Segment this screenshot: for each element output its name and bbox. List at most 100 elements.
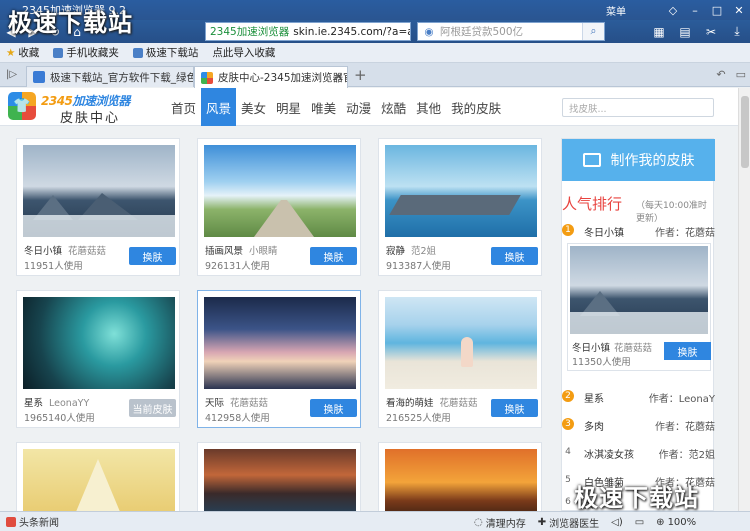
skin-use-count: 216525人使用 — [386, 413, 451, 424]
skin-card[interactable] — [197, 442, 361, 511]
skin-thumbnail — [23, 449, 175, 511]
nav-home[interactable]: 首页 — [166, 88, 201, 126]
tab-jisu[interactable]: 极速下载站_官方软件下载_绿色 — [26, 66, 194, 87]
skin-thumbnail — [204, 145, 356, 237]
nav-beauty[interactable]: 美女 — [236, 88, 271, 126]
image-icon — [582, 153, 601, 167]
status-right: ◌ 清理内存 ✚ 浏览器医生 ◁) ▭ ⊕ 100% — [474, 515, 696, 530]
rank-item[interactable]: 3 多肉 作者：花蘑菇 — [562, 417, 715, 433]
status-bar: 头条新闻 ◌ 清理内存 ✚ 浏览器医生 ◁) ▭ ⊕ 100% — [0, 511, 750, 531]
nav-other[interactable]: 其他 — [411, 88, 446, 126]
news-icon — [6, 516, 16, 527]
apply-skin-button[interactable]: 换肤 — [491, 247, 538, 265]
search-icon[interactable]: ⌕ — [582, 23, 604, 40]
skin-thumbnail — [204, 297, 356, 389]
skin-use-count: 11350人使用 — [572, 357, 631, 368]
skin-name: 星系 LeonaYY — [24, 398, 90, 409]
window-controls: ◇ – □ ✕ — [662, 0, 750, 20]
tabbar-right: ↶ ▭ — [716, 68, 746, 81]
clean-icon: ◌ — [474, 517, 483, 528]
skin-thumbnail — [385, 297, 537, 389]
rank-item[interactable]: 4 冰淇凌女孩 作者：范2姐 — [562, 445, 715, 461]
skin-card[interactable] — [16, 442, 180, 511]
skin-use-count: 926131人使用 — [205, 261, 270, 272]
apply-skin-button[interactable]: 换肤 — [129, 247, 176, 265]
nav-cool[interactable]: 炫酷 — [376, 88, 411, 126]
tab-close-icon[interactable]: ✕ — [335, 72, 343, 83]
toolbar-right: ▦ ▤ ✂ ⤓ — [646, 20, 750, 43]
skin-icon[interactable]: ◇ — [662, 0, 684, 20]
favorites-button[interactable]: ★ 收藏 — [6, 45, 39, 60]
skin-thumbnail — [570, 246, 708, 334]
skin-favicon — [201, 71, 213, 84]
current-skin-button[interactable]: 当前皮肤 — [129, 399, 176, 417]
search-engine-icon[interactable]: ◉ — [418, 26, 440, 38]
clean-memory-button[interactable]: ◌ 清理内存 — [474, 515, 526, 530]
skin-card[interactable]: 寂静 范2姐 913387人使用 换肤 — [378, 138, 542, 276]
nav-star[interactable]: 明星 — [271, 88, 306, 126]
close-button[interactable]: ✕ — [728, 0, 750, 20]
site-header: 👕 2345加速浏览器 皮肤中心 首页 风景 美女 明星 唯美 动漫 炫酷 其他… — [0, 88, 738, 126]
tab-skin-center[interactable]: 皮肤中心-2345加速浏览器官网 ✕ — [194, 66, 348, 88]
skin-thumbnail — [23, 145, 175, 237]
skin-name: 天际 花蘑菇菇 — [205, 398, 269, 409]
skin-thumbnail — [385, 449, 537, 511]
scrollbar-thumb[interactable] — [741, 96, 749, 168]
apply-skin-button[interactable]: 换肤 — [310, 247, 357, 265]
page-content: 👕 2345加速浏览器 皮肤中心 首页 风景 美女 明星 唯美 动漫 炫酷 其他… — [0, 88, 738, 511]
nav-anime[interactable]: 动漫 — [341, 88, 376, 126]
logo-subtitle: 皮肤中心 — [60, 111, 121, 126]
tab-list-icon[interactable]: ▭ — [736, 68, 746, 81]
undo-icon[interactable]: ↶ — [716, 68, 725, 81]
skin-card[interactable] — [378, 442, 542, 511]
shirt-logo-icon: 👕 — [8, 92, 36, 120]
skin-use-count: 1965140人使用 — [24, 413, 95, 424]
sidebar-toggle-icon[interactable]: |▷ — [6, 69, 17, 80]
skin-use-count: 913387人使用 — [386, 261, 451, 272]
menu-button[interactable]: 菜单 — [606, 3, 626, 18]
skin-search-input[interactable]: 找皮肤... — [562, 98, 714, 117]
skin-card[interactable]: 天际 花蘑菇菇 412958人使用 换肤 — [197, 290, 361, 428]
site-icon — [132, 47, 143, 58]
category-nav: 首页 风景 美女 明星 唯美 动漫 炫酷 其他 我的皮肤 — [166, 88, 506, 126]
browser-doctor-button[interactable]: ✚ 浏览器医生 — [538, 515, 599, 530]
rank-item[interactable]: 1 冬日小镇 作者：花蘑菇 — [562, 223, 715, 239]
skin-card[interactable]: 插画风景 小眼睛 926131人使用 换肤 — [197, 138, 361, 276]
reader-icon[interactable]: ▤ — [672, 20, 698, 43]
news-button[interactable]: 头条新闻 — [6, 514, 59, 529]
nav-aesthetic[interactable]: 唯美 — [306, 88, 341, 126]
fav-item-mobile[interactable]: 手机收藏夹 — [53, 45, 119, 60]
volume-icon[interactable]: ◁) — [611, 517, 623, 528]
new-tab-button[interactable]: + — [354, 66, 367, 84]
skin-name: 冬日小镇 花蘑菇菇 — [572, 343, 653, 354]
apply-skin-button[interactable]: 换肤 — [491, 399, 538, 417]
skin-name: 寂静 范2姐 — [386, 246, 437, 257]
download-icon[interactable]: ⤓ — [724, 20, 750, 43]
fav-item-site[interactable]: 极速下载站 — [132, 45, 198, 60]
fav-item-import[interactable]: 点此导入收藏 — [212, 45, 275, 60]
skin-card[interactable]: 冬日小镇 花蘑菇菇 11951人使用 换肤 — [16, 138, 180, 276]
minimize-button[interactable]: – — [684, 0, 706, 20]
rank-item[interactable]: 2 星系 作者：LeonaY — [562, 389, 715, 405]
apply-skin-button[interactable]: 换肤 — [664, 342, 711, 360]
search-bar[interactable]: ◉ 阿根廷贷款500亿 ⌕ — [417, 22, 605, 41]
make-skin-button[interactable]: 制作我的皮肤 — [562, 139, 715, 181]
address-bar[interactable]: 2345加速浏览器 skin.ie.2345.com/?a=all&t= — [205, 22, 411, 41]
rank-top-card[interactable]: 冬日小镇 花蘑菇菇 11350人使用 换肤 — [567, 243, 711, 371]
nav-my-skins[interactable]: 我的皮肤 — [446, 88, 506, 126]
search-placeholder: 阿根廷贷款500亿 — [440, 26, 524, 38]
apply-skin-button[interactable]: 换肤 — [310, 399, 357, 417]
watermark-logo: 极速下载站 — [8, 9, 133, 37]
screen-icon[interactable]: ▭ — [635, 517, 644, 528]
tools-icon[interactable]: ✂ — [698, 20, 724, 43]
zoom-level[interactable]: ⊕ 100% — [656, 517, 696, 528]
vertical-scrollbar[interactable] — [738, 88, 750, 511]
phone-icon — [53, 47, 64, 58]
skin-card[interactable]: 看海的萌娃 花蘑菇菇 216525人使用 换肤 — [378, 290, 542, 428]
apps-icon[interactable]: ▦ — [646, 20, 672, 43]
maximize-button[interactable]: □ — [706, 0, 728, 20]
nav-scenery[interactable]: 风景 — [201, 88, 237, 126]
address-url: skin.ie.2345.com/?a=all&t= — [293, 25, 410, 38]
favorites-bar: ★ 收藏 手机收藏夹 极速下载站 点此导入收藏 — [0, 43, 750, 63]
skin-card[interactable]: 星系 LeonaYY 1965140人使用 当前皮肤 — [16, 290, 180, 428]
